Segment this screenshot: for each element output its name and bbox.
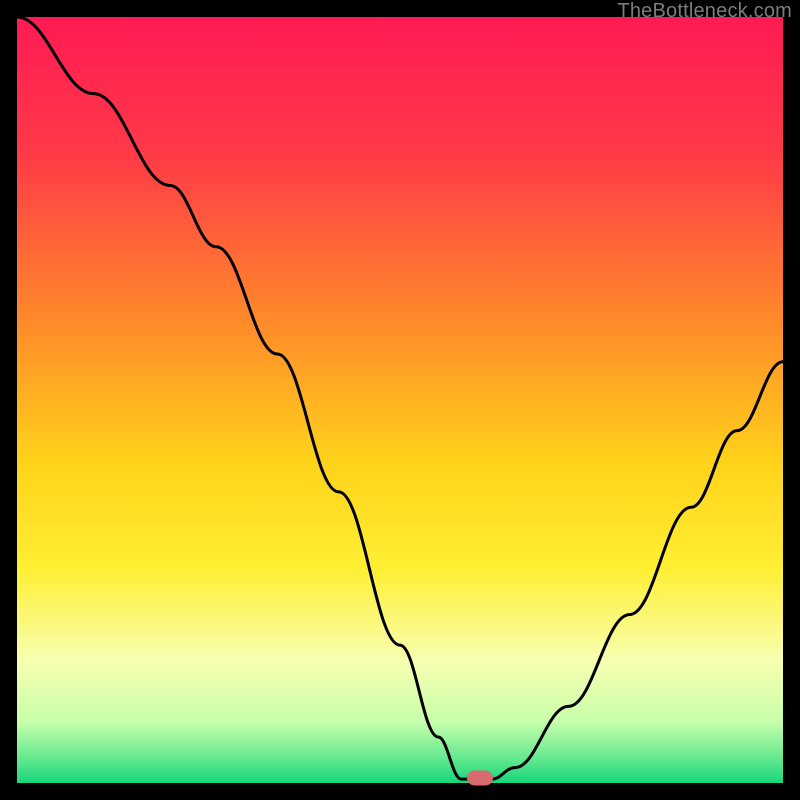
bottleneck-curve — [17, 17, 783, 783]
curve-path — [17, 17, 783, 779]
optimal-marker — [467, 770, 493, 785]
plot-area — [17, 17, 783, 783]
chart-frame: TheBottleneck.com — [0, 0, 800, 800]
watermark-text: TheBottleneck.com — [617, 0, 792, 23]
